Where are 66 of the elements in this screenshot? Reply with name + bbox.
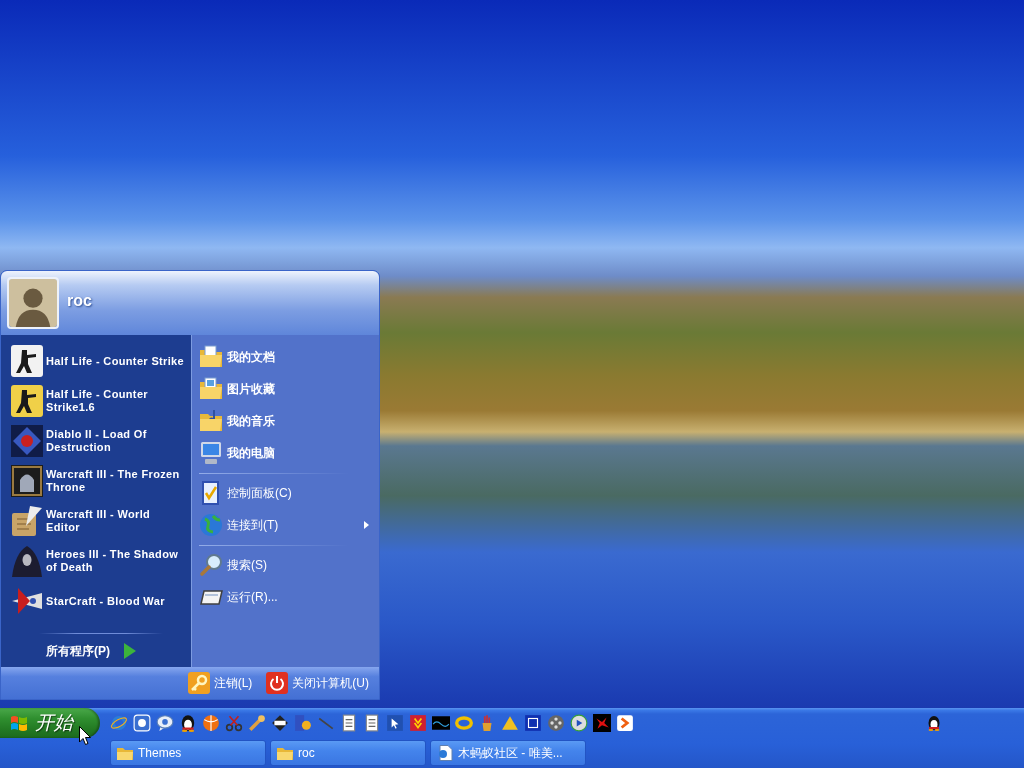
orbit-icon[interactable]: [110, 714, 128, 732]
cursor-icon: [79, 726, 91, 745]
splat-icon[interactable]: [593, 714, 611, 732]
helmet-icon: [11, 465, 43, 497]
user-name: roc: [67, 292, 92, 311]
menu-item[interactable]: 图片收藏: [199, 373, 369, 405]
notepad-icon[interactable]: [340, 714, 358, 732]
chat-bubble-icon[interactable]: [156, 714, 174, 732]
wave-tile-icon[interactable]: [432, 714, 450, 732]
taskbar-button[interactable]: Themes: [110, 740, 266, 766]
pointer-tile-icon[interactable]: [386, 714, 404, 732]
hooded-figure-icon: [11, 545, 43, 577]
program-item[interactable]: Diablo II - Load Of Destruction: [1, 421, 191, 461]
menu-item[interactable]: 连接到(T): [199, 509, 369, 541]
window-tile-icon[interactable]: [524, 714, 542, 732]
all-programs-button[interactable]: 所有程序(P): [1, 637, 191, 665]
soldier-icon: [11, 345, 43, 377]
computer-icon: [199, 441, 223, 465]
globe-icon: [199, 513, 223, 537]
wrench-icon[interactable]: [248, 714, 266, 732]
scissors-icon[interactable]: [225, 714, 243, 732]
scroll-icon: [11, 505, 43, 537]
menu-item[interactable]: 我的音乐: [199, 405, 369, 437]
program-item[interactable]: Warcraft III - The Frozen Throne: [1, 461, 191, 501]
menu-item[interactable]: 控制面板(C): [199, 477, 369, 509]
play-icon[interactable]: [570, 714, 588, 732]
menu-item[interactable]: 运行(R)...: [199, 581, 369, 613]
ring-icon[interactable]: [455, 714, 473, 732]
flag-icon: [10, 715, 28, 731]
emblem-icon: [11, 425, 43, 457]
taskbar-button[interactable]: 木蚂蚁社区 - 唯美...: [430, 740, 586, 766]
start-button[interactable]: 开始: [0, 708, 100, 738]
penguin-icon[interactable]: [926, 715, 942, 731]
arrow-icon: [124, 643, 136, 659]
program-item[interactable]: StarCraft - Blood War: [1, 581, 191, 621]
shut-down-button[interactable]: 关闭计算机(U): [262, 669, 373, 697]
app-tile-icon[interactable]: [133, 714, 151, 732]
program-item[interactable]: Heroes III - The Shadow of Death: [1, 541, 191, 581]
page-icon: [437, 745, 453, 761]
menu-item[interactable]: 搜索(S): [199, 549, 369, 581]
badge-icon[interactable]: [271, 714, 289, 732]
folder-icon: [199, 345, 223, 369]
program-item[interactable]: Half Life - Counter Strike: [1, 341, 191, 381]
folder-icon: [117, 745, 133, 761]
program-item[interactable]: Warcraft III - World Editor: [1, 501, 191, 541]
taskbar-button[interactable]: roc: [270, 740, 426, 766]
folder-icon: [277, 745, 293, 761]
penguin-icon[interactable]: [179, 714, 197, 732]
menu-item[interactable]: 我的电脑: [199, 437, 369, 469]
search-icon: [199, 553, 223, 577]
download-icon[interactable]: [409, 714, 427, 732]
key-icon: [187, 672, 210, 694]
ball-icon[interactable]: [202, 714, 220, 732]
reel-icon[interactable]: [547, 714, 565, 732]
soldier-icon: [11, 385, 43, 417]
folder-icon: [199, 409, 223, 433]
program-item[interactable]: Half Life - Counter Strike1.6: [1, 381, 191, 421]
power-icon: [266, 672, 289, 694]
triangle-icon[interactable]: [501, 714, 519, 732]
film-icon[interactable]: [294, 714, 312, 732]
user-avatar: [7, 277, 59, 329]
folder-icon: [199, 377, 223, 401]
log-off-button[interactable]: 注销(L): [183, 669, 257, 697]
chevron-icon[interactable]: [616, 714, 634, 732]
menu-item[interactable]: 我的文档: [199, 341, 369, 373]
notepad-icon[interactable]: [363, 714, 381, 732]
